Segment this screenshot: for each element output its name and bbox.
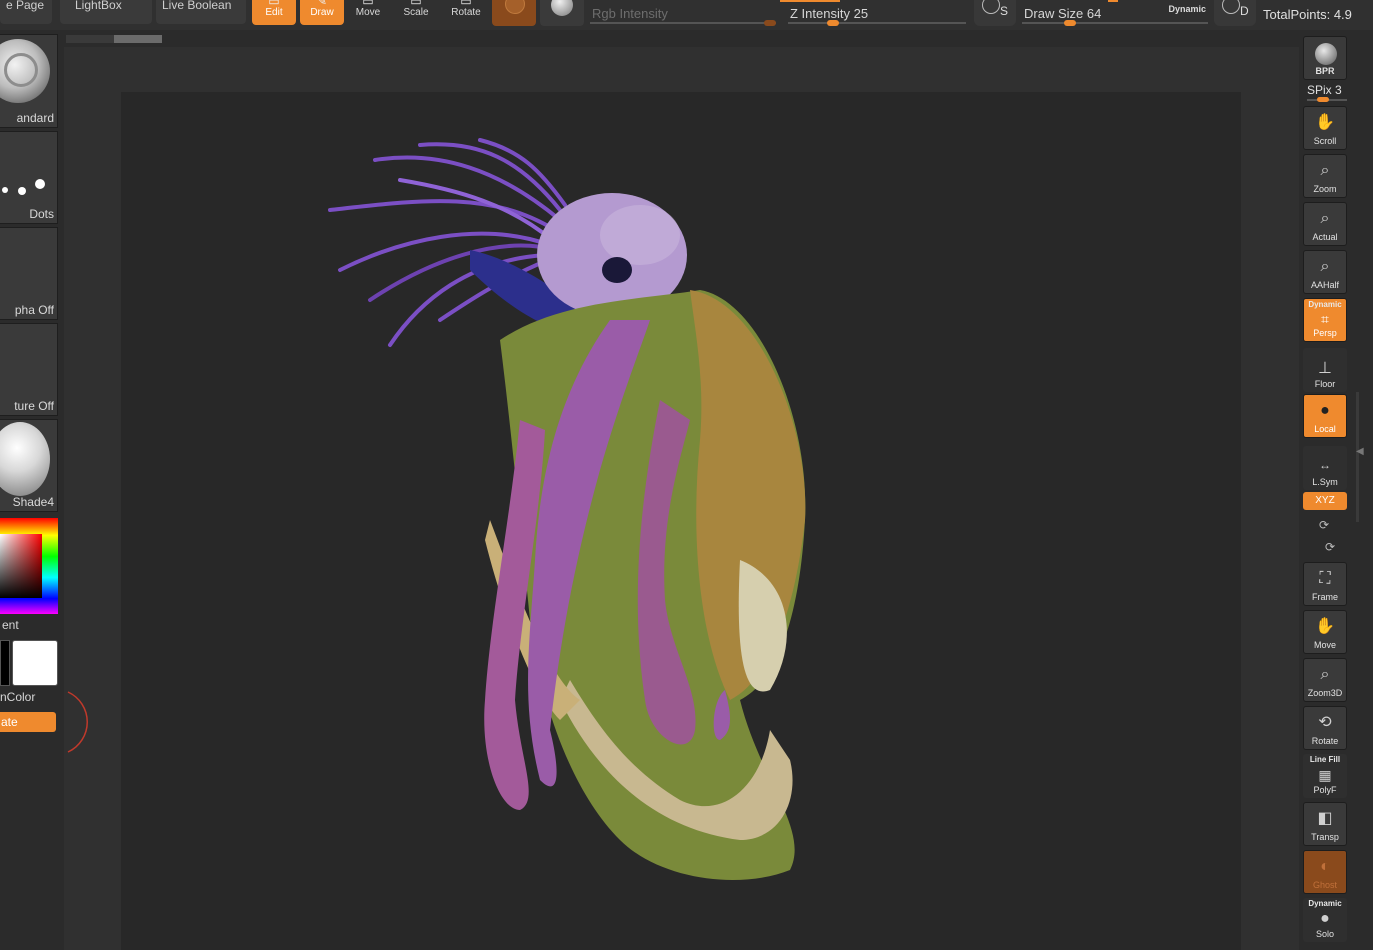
- actual-label: Actual: [1312, 232, 1338, 242]
- actual-button[interactable]: ⌕ Actual: [1303, 202, 1347, 246]
- xyz-label: XYZ: [1315, 495, 1335, 506]
- floor-button[interactable]: ⊥ Floor: [1303, 348, 1347, 392]
- spix-value: 3: [1335, 83, 1342, 97]
- transparency-icon: ◧: [1317, 810, 1333, 827]
- floor-icon: ⊥: [1318, 360, 1332, 377]
- move-view-label: Move: [1313, 640, 1336, 650]
- magnifier-icon: ⌕: [1320, 210, 1330, 227]
- spix-knob[interactable]: [1317, 97, 1329, 102]
- scroll-label: Scroll: [1313, 136, 1337, 146]
- ghost-label: Ghost: [1312, 880, 1337, 890]
- bpr-label: BPR: [1315, 66, 1335, 76]
- head-highlight: [600, 205, 680, 265]
- hand-icon: ✋: [1315, 114, 1335, 131]
- rotate-icon: ⟲: [1318, 714, 1332, 731]
- solo-button[interactable]: Dynamic ● Solo: [1303, 898, 1347, 942]
- frame-icon: ⛶: [1319, 570, 1331, 587]
- magnifier-icon: ⌕: [1320, 666, 1330, 683]
- magnifier-icon: ⌕: [1320, 258, 1330, 275]
- polyf-button[interactable]: Line Fill ▦ PolyF: [1303, 754, 1347, 798]
- frame-label: Frame: [1311, 592, 1338, 602]
- solo-label: Solo: [1315, 929, 1334, 939]
- floor-label: Floor: [1314, 379, 1336, 389]
- right-shelf-scrollbar[interactable]: [1356, 392, 1359, 522]
- persp-button[interactable]: Dynamic ⌗ Persp: [1303, 298, 1347, 342]
- local-label: Local: [1314, 424, 1336, 434]
- solo-icon: ●: [1320, 910, 1330, 927]
- polyf-label: PolyF: [1313, 785, 1337, 795]
- zoom-label: Zoom: [1313, 184, 1337, 194]
- xyz-button[interactable]: XYZ: [1303, 492, 1347, 510]
- hand-icon: ✋: [1315, 618, 1335, 635]
- move-view-button[interactable]: ✋ Move: [1303, 610, 1347, 654]
- solo-dynamic-tag: Dynamic: [1308, 899, 1342, 908]
- polyf-linefill-tag: Line Fill: [1309, 755, 1341, 764]
- spix-track: [1307, 97, 1347, 102]
- lsym-label: L.Sym: [1312, 477, 1338, 487]
- transp-button[interactable]: ◧ Transp: [1303, 802, 1347, 846]
- brush-cursor: [67, 691, 89, 753]
- render-sphere-icon: [1315, 43, 1337, 65]
- collapse-arrow-icon[interactable]: ◀: [1356, 446, 1364, 457]
- magnifier-icon: ⌕: [1320, 162, 1330, 179]
- perspective-grid-icon: ⌗: [1321, 311, 1329, 327]
- persp-label: Persp: [1313, 328, 1337, 338]
- local-button[interactable]: ● Local: [1303, 394, 1347, 438]
- transp-label: Transp: [1311, 832, 1339, 842]
- ghost-icon: ◐: [1320, 858, 1330, 875]
- zoom3d-label: Zoom3D: [1307, 688, 1343, 698]
- creature-sculpt[interactable]: [328, 138, 806, 880]
- bpr-button[interactable]: BPR: [1303, 36, 1347, 80]
- polyframe-grid-icon: ▦: [1318, 767, 1332, 783]
- local-pivot-icon: ●: [1320, 402, 1330, 419]
- aahalf-button[interactable]: ⌕ AAHalf: [1303, 250, 1347, 294]
- frame-button[interactable]: ⛶ Frame: [1303, 562, 1347, 606]
- spix-text: SPix 3: [1307, 83, 1342, 97]
- lsym-button[interactable]: ↔ L.Sym: [1303, 446, 1347, 490]
- model-layer: [67, 138, 806, 880]
- scroll-button[interactable]: ✋ Scroll: [1303, 106, 1347, 150]
- zoom-button[interactable]: ⌕ Zoom: [1303, 154, 1347, 198]
- zoom3d-button[interactable]: ⌕ Zoom3D: [1303, 658, 1347, 702]
- creature-eye: [602, 257, 632, 283]
- rotate-view-button[interactable]: ⟲ Rotate: [1303, 706, 1347, 750]
- rotate-view-label: Rotate: [1311, 736, 1339, 746]
- right-shelf: BPR SPix 3 ✋ Scroll ⌕ Zoom ⌕ Actual ⌕ AA…: [1300, 30, 1373, 950]
- aahalf-label: AAHalf: [1310, 280, 1339, 290]
- ghost-button[interactable]: ◐ Ghost: [1303, 850, 1347, 894]
- rotate-y-icon[interactable]: ⟳: [1319, 518, 1329, 532]
- spix-slider[interactable]: SPix 3: [1307, 83, 1347, 103]
- spix-label: SPix: [1307, 83, 1332, 97]
- symmetry-icon: ↔: [1319, 458, 1331, 472]
- rotate-z-icon[interactable]: ⟳: [1325, 540, 1335, 554]
- persp-dynamic-tag: Dynamic: [1308, 300, 1342, 309]
